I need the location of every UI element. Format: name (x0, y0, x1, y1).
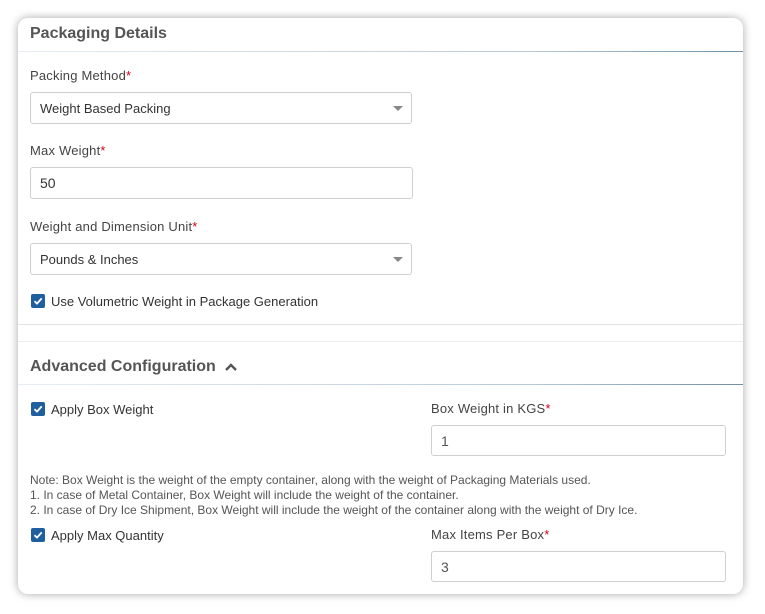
required-marker: * (126, 68, 132, 83)
unit-label: Weight and Dimension Unit* (30, 219, 198, 234)
section-separator (18, 341, 743, 342)
advanced-config-toggle[interactable]: Advanced Configuration (30, 358, 238, 376)
required-marker: * (544, 527, 550, 542)
required-marker: * (545, 401, 551, 416)
box-weight-input[interactable]: 1 (431, 425, 726, 456)
apply-box-weight-checkbox[interactable] (31, 402, 45, 416)
check-icon (33, 297, 43, 305)
packing-method-label-text: Packing Method (30, 68, 127, 83)
packaging-details-title: Packaging Details (30, 25, 167, 42)
dropdown-caret-icon (393, 106, 403, 111)
apply-max-quantity-label: Apply Max Quantity (51, 528, 164, 543)
section-divider (18, 51, 743, 52)
section-divider (18, 384, 743, 385)
note-line: Note: Box Weight is the weight of the em… (30, 473, 591, 487)
section-separator (18, 324, 743, 325)
required-marker: * (192, 219, 198, 234)
check-icon (33, 531, 43, 539)
box-weight-label: Box Weight in KGS* (431, 401, 551, 416)
box-weight-value: 1 (441, 432, 449, 449)
advanced-config-title: Advanced Configuration (30, 358, 216, 375)
unit-label-text: Weight and Dimension Unit (30, 219, 193, 234)
check-icon (33, 405, 43, 413)
volumetric-checkbox[interactable] (31, 294, 45, 308)
max-weight-value: 50 (40, 175, 56, 191)
packing-method-select[interactable]: Weight Based Packing (30, 92, 412, 124)
box-weight-note: Note: Box Weight is the weight of the em… (30, 473, 637, 518)
note-line: 1. In case of Metal Container, Box Weigh… (30, 488, 459, 502)
volumetric-label: Use Volumetric Weight in Package Generat… (51, 294, 319, 309)
max-items-label-text: Max Items Per Box (431, 527, 545, 542)
packing-method-label: Packing Method* (30, 68, 131, 83)
max-items-input[interactable]: 3 (431, 551, 726, 582)
max-weight-label-text: Max Weight (30, 143, 101, 158)
apply-box-weight-label: Apply Box Weight (51, 402, 154, 417)
note-line: 2. In case of Dry Ice Shipment, Box Weig… (30, 503, 638, 517)
dropdown-caret-icon (393, 257, 403, 262)
packaging-card: Packaging Details Packing Method* Weight… (18, 18, 743, 594)
packing-method-value: Weight Based Packing (40, 100, 171, 116)
apply-max-quantity-checkbox[interactable] (31, 528, 45, 542)
max-items-label: Max Items Per Box* (431, 527, 549, 542)
unit-value: Pounds & Inches (40, 251, 139, 267)
max-weight-label: Max Weight* (30, 143, 106, 158)
chevron-up-icon (225, 363, 238, 371)
required-marker: * (100, 143, 106, 158)
max-weight-input[interactable]: 50 (30, 167, 413, 199)
box-weight-label-text: Box Weight in KGS (431, 401, 546, 416)
unit-select[interactable]: Pounds & Inches (30, 243, 412, 275)
max-items-value: 3 (441, 558, 449, 575)
